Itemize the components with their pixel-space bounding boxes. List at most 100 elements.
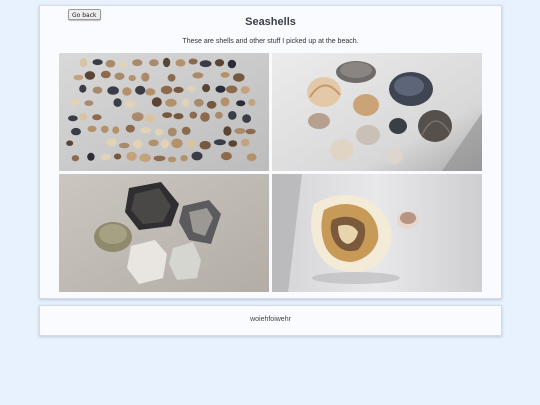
small-shell [114,72,125,80]
small-shell [154,128,164,136]
small-shell [202,84,211,93]
small-shell [167,156,177,163]
small-shell [131,112,144,122]
small-shell [139,153,151,162]
small-shell [68,115,78,122]
small-shell [171,138,183,149]
small-shell [141,72,150,82]
small-shell [122,87,132,96]
small-shell [145,88,156,96]
small-shell [107,86,119,95]
small-shell [248,99,256,106]
photo-shell-collection [59,53,269,171]
small-shell [188,58,198,65]
small-shell [228,111,237,120]
small-shell [79,113,88,121]
small-shell [135,85,146,95]
small-shell [140,127,151,134]
small-shell [148,139,159,147]
small-shell [101,125,109,133]
small-shell [227,59,237,69]
small-shell [79,84,87,93]
small-shell [194,98,204,107]
small-shell [160,139,170,149]
small-shell [71,127,81,136]
small-shell [87,152,95,161]
small-shell [215,111,223,119]
small-shell [167,127,177,137]
small-shell [162,112,173,118]
photo-large-shells [272,53,482,171]
small-shell [167,74,176,82]
small-shell [233,73,245,82]
small-shell [234,128,246,134]
small-shell [153,155,166,162]
small-shell [181,126,191,135]
small-shell [240,86,250,94]
small-shell [132,59,143,67]
small-shell [149,59,159,67]
small-shell [236,100,246,107]
small-shell [214,59,225,67]
small-shell [113,153,122,160]
small-shell [173,113,184,120]
small-shell [124,100,136,108]
small-shell [125,124,135,133]
small-shell [220,152,232,161]
small-shell [223,126,232,136]
photo-stones-and-glass [59,174,269,292]
small-shell [92,114,102,121]
footer-card: woiehfoiwehr [39,305,502,336]
small-shell [186,139,197,148]
small-shell [226,85,238,94]
small-shell [215,85,226,93]
small-shell [162,57,171,68]
small-shell [175,59,186,67]
small-shell [173,86,184,93]
small-shell [245,128,256,135]
small-shell [206,100,217,109]
small-shell [87,125,97,133]
small-shell [180,155,188,162]
small-shell [241,138,250,147]
small-shell [191,151,203,161]
small-shell [71,155,80,162]
footer-text: woiehfoiwehr [250,316,291,323]
small-shell [199,140,211,150]
photo-oyster-shell [272,174,482,292]
small-shell [213,139,226,146]
small-shell [100,154,111,161]
small-shell [186,86,196,92]
small-shell [92,59,103,66]
small-shell [151,97,162,107]
small-shell [84,100,94,106]
small-shell [165,98,177,107]
small-shell [112,126,120,134]
small-shell [100,70,111,79]
small-shell [70,97,80,106]
small-shell [246,153,257,161]
small-shell [199,60,212,68]
small-shell [84,71,96,80]
page-subtitle: These are shells and other stuff I picke… [182,38,359,45]
small-shell [66,140,74,146]
small-shell [182,98,190,107]
page-title: Seashells [245,16,296,28]
gallery-card: Go back Seashells These are shells and o… [39,5,502,299]
small-shell [220,97,230,107]
small-shell [132,139,143,149]
small-shell [220,72,230,78]
small-shell [73,74,84,81]
small-shell [79,58,88,68]
small-shell [160,85,173,95]
small-shell [128,75,136,82]
small-shell [242,114,252,123]
small-shell [126,151,137,161]
small-shell [189,111,198,119]
small-shell [144,114,156,123]
small-shell [92,86,103,94]
small-shell [119,61,127,69]
small-shell [106,137,117,147]
small-shell [113,98,122,107]
small-shell [105,59,116,68]
